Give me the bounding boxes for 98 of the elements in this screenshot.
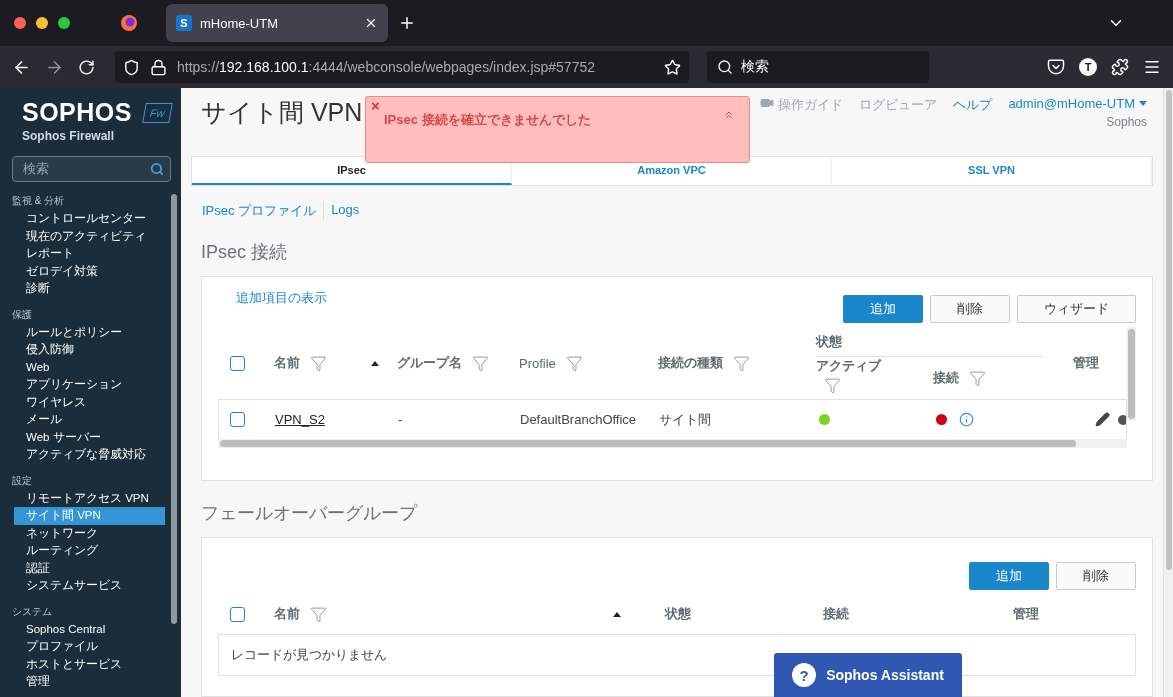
nav-item[interactable]: Web xyxy=(14,358,165,376)
add-button[interactable]: 追加 xyxy=(843,295,923,323)
nav-item[interactable]: ルールとポリシー xyxy=(14,323,165,341)
nav-item[interactable]: ゼロデイ対策 xyxy=(14,262,165,280)
column-header: 管理 xyxy=(1013,605,1039,623)
nav-item[interactable]: ワイヤレス xyxy=(14,393,165,411)
row-checkbox[interactable] xyxy=(230,412,245,427)
nav-section-title: システム xyxy=(12,604,53,619)
nav-item[interactable]: リモートアクセス VPN xyxy=(14,489,165,507)
toggle-icon[interactable] xyxy=(1116,413,1126,426)
column-header: 状態 xyxy=(665,605,691,623)
column-group-header: 状態 xyxy=(816,332,842,351)
favicon: S xyxy=(176,15,192,31)
lock-icon[interactable] xyxy=(150,58,167,76)
page-scrollbar[interactable] xyxy=(1163,88,1173,697)
browser-logo-icon[interactable] xyxy=(120,14,138,32)
nav-item[interactable]: ルーティング xyxy=(14,542,165,560)
delete-button[interactable]: 削除 xyxy=(930,295,1010,323)
nav-section-title: 保護 xyxy=(12,307,33,322)
nav-item[interactable]: Web サーバー xyxy=(14,428,165,446)
sort-arrow-icon[interactable] xyxy=(613,611,621,617)
delete-button[interactable]: 削除 xyxy=(1056,562,1136,590)
nav-item[interactable]: プロファイル xyxy=(14,638,165,656)
add-button[interactable]: 追加 xyxy=(969,562,1049,590)
close-icon[interactable] xyxy=(364,16,378,30)
nav-item[interactable]: システムサービス xyxy=(14,577,165,595)
table-cell-text: - xyxy=(398,412,404,427)
table-cell-text: サイト間 xyxy=(659,410,712,429)
section-title: フェールオーバーグループ xyxy=(201,502,419,525)
product-badge: Fw xyxy=(142,102,173,123)
column-header[interactable]: 名前 xyxy=(274,354,300,372)
nav-item[interactable]: 診断 xyxy=(14,280,165,298)
nav-section-title: 監視 & 分析 xyxy=(12,194,66,208)
help-bubble-icon: ? xyxy=(792,663,817,687)
section-title: IPsec 接続 xyxy=(201,241,289,264)
horizontal-scrollbar[interactable] xyxy=(218,439,1127,448)
nav-item[interactable]: アクティブな脅威対応 xyxy=(14,446,165,464)
user-menu[interactable]: admin@mHome-UTM xyxy=(1008,96,1147,111)
search-icon[interactable] xyxy=(150,162,164,176)
profile-avatar[interactable]: T xyxy=(1079,58,1097,76)
menu-icon[interactable] xyxy=(1143,58,1161,76)
search-icon xyxy=(717,59,733,75)
reload-icon[interactable] xyxy=(78,58,95,76)
empty-message: レコードが見つかりません xyxy=(231,646,387,664)
collapse-icon[interactable] xyxy=(723,109,735,121)
column-header[interactable]: 名前 xyxy=(274,605,300,623)
column-header: 管理 xyxy=(1073,354,1099,372)
column-header: 接続 xyxy=(823,605,849,623)
column-header[interactable]: グループ名 xyxy=(397,354,462,372)
nav-section-title: 設定 xyxy=(12,473,33,488)
select-all-checkbox[interactable] xyxy=(230,355,245,371)
error-message: IPsec 接続を確立できませんでした xyxy=(384,111,591,129)
nav-item[interactable]: 現在のアクティビティ xyxy=(14,227,165,245)
column-header[interactable]: 接続の種類 xyxy=(658,354,723,372)
shield-icon[interactable] xyxy=(123,58,140,76)
connection-name-link[interactable]: VPN_S2 xyxy=(275,412,325,427)
sub-link[interactable]: Logs xyxy=(323,202,367,220)
assistant-button[interactable]: ? Sophos Assistant xyxy=(774,653,962,697)
address-bar[interactable]: https://192.168.100.1:4444/webconsole/webpages/index.jsp#57752 xyxy=(115,51,689,83)
table-cell-text: DefaultBranchOffice xyxy=(520,412,638,427)
select-all-checkbox[interactable] xyxy=(230,606,245,622)
edit-icon[interactable] xyxy=(1095,412,1110,427)
browser-search-field[interactable]: 検索 xyxy=(707,51,929,83)
sidebar-scrollbar[interactable] xyxy=(171,194,177,624)
pocket-icon[interactable] xyxy=(1047,58,1065,76)
show-more-link[interactable]: 追加項目の表示 xyxy=(236,289,327,307)
info-icon[interactable] xyxy=(959,412,974,427)
browser-tab[interactable]: S mHome-UTM xyxy=(166,4,388,42)
column-header[interactable]: Profile xyxy=(519,355,556,371)
nav-item[interactable]: コントロールセンター xyxy=(14,210,165,228)
nav-item[interactable]: アプリケーション xyxy=(14,376,165,394)
column-header[interactable]: アクティブ xyxy=(816,357,881,375)
column-header[interactable]: 接続 xyxy=(933,369,959,387)
organization-label: Sophos xyxy=(1106,115,1147,129)
nav-item[interactable]: 侵入防御 xyxy=(14,341,165,359)
bookmark-star-icon[interactable] xyxy=(664,58,681,76)
new-tab-icon[interactable] xyxy=(398,14,416,32)
page-title: サイト間 VPN xyxy=(201,97,363,128)
extensions-icon[interactable] xyxy=(1111,58,1129,76)
product-name: Sophos Firewall xyxy=(21,129,115,143)
sidebar-search-field[interactable]: 検索 xyxy=(12,156,171,182)
sort-arrow-icon[interactable] xyxy=(371,360,379,366)
window-controls[interactable] xyxy=(14,17,70,29)
tab-title: mHome-UTM xyxy=(200,15,278,31)
wizard-button[interactable]: ウィザード xyxy=(1017,295,1136,323)
nav-item[interactable]: ネットワーク xyxy=(14,524,165,542)
vertical-scrollbar[interactable] xyxy=(1127,327,1136,421)
sub-link[interactable]: IPsec プロファイル xyxy=(202,202,324,220)
video-icon xyxy=(760,96,775,110)
nav-item[interactable]: 管理 xyxy=(14,673,165,691)
brand-logo: SOPHOS xyxy=(22,98,132,127)
nav-item[interactable]: メール xyxy=(14,411,165,429)
nav-item[interactable]: レポート xyxy=(14,245,165,263)
nav-item[interactable]: ホストとサービス xyxy=(14,655,165,673)
nav-item[interactable]: Sophos Central xyxy=(14,620,165,638)
caret-icon xyxy=(1139,101,1147,106)
nav-item[interactable]: 認証 xyxy=(14,559,165,577)
header-link[interactable]: ヘルプ xyxy=(953,96,993,157)
